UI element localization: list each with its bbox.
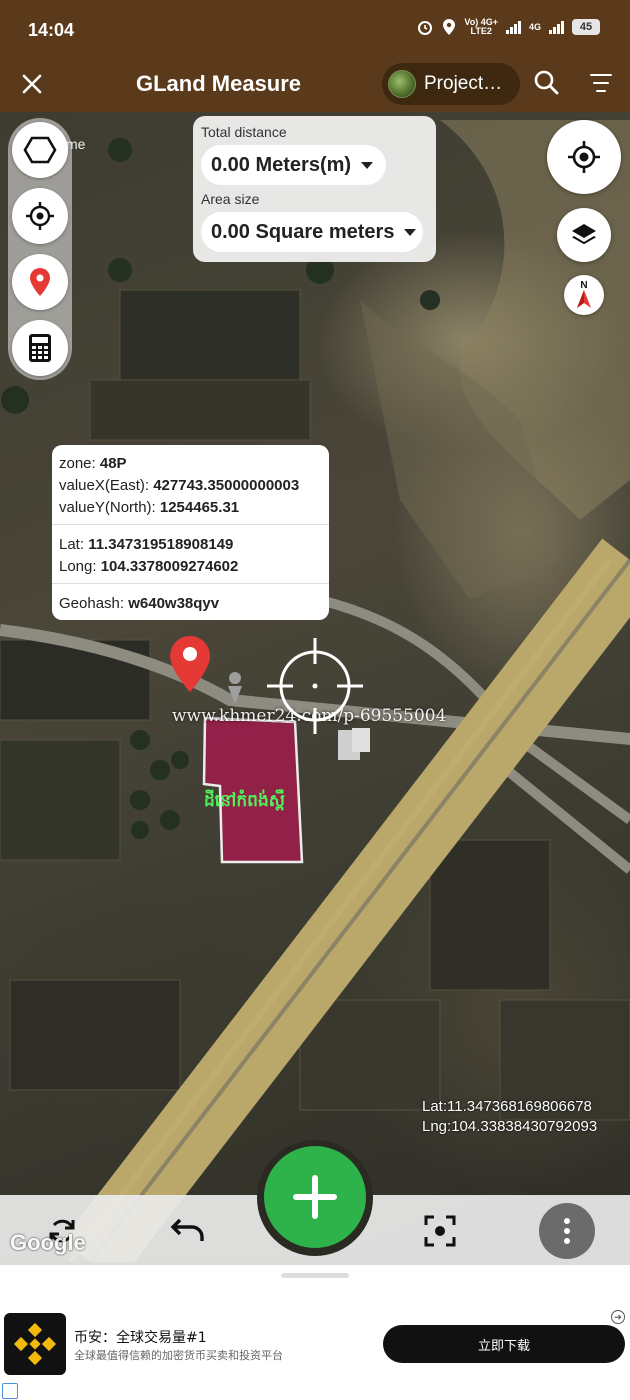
close-button[interactable] [14,66,50,102]
calculator-button[interactable] [12,320,68,376]
binance-logo [4,1313,66,1375]
more-vert-icon [564,1218,570,1244]
app-bar: GLand Measure Project… [0,56,630,112]
center-lng: Lng:104.33838430792093 [422,1118,598,1135]
google-logo: Google [10,1230,86,1255]
valuey-row: valueY(North): 1254465.31 [59,499,240,516]
status-time: 14:04 [28,20,75,40]
ad-banner[interactable]: 币安：全球交易量#1 全球最值得信赖的加密货币买卖和投资平台 立即下载 ➔ [0,1305,630,1400]
add-point-button[interactable] [264,1146,366,1248]
crosshair-target-icon [26,202,54,230]
ad-title: 币安：全球交易量#1 [74,1330,207,1346]
project-thumbnail [388,70,416,98]
project-selector[interactable]: Project… [382,63,520,105]
undo-icon [170,1218,204,1241]
my-location-button[interactable] [547,120,621,194]
binance-logo-icon [13,1322,57,1366]
ad-subtitle: 全球最值得信赖的加密货币买卖和投资平台 [74,1349,283,1362]
layers-button[interactable] [557,208,611,262]
layers-icon [572,224,596,245]
compass-label: N [580,280,587,291]
center-coordinates: Lat:11.347368169806678 Lng:104.338384307… [422,1097,597,1137]
compass-button[interactable]: N [564,275,604,315]
close-icon [22,74,42,94]
network-label-1: Vo) 4G+ LTE2 [464,17,498,36]
search-button[interactable] [530,66,564,100]
total-distance-selector[interactable]: 0.00 Meters(m) [201,145,386,185]
side-toolbar [8,118,72,380]
long-row: Long: 104.3378009274602 [59,558,239,575]
valuex-row: valueX(East): 427743.35000000003 [59,477,300,494]
area-size-label: Area size [201,191,260,207]
sheet-handle[interactable] [281,1273,349,1278]
geohash-row: Geohash: w640w38qyv [59,595,220,612]
filter-icon [586,74,616,92]
battery-indicator: 45 [572,19,600,35]
search-icon [534,70,559,95]
divider [52,524,329,525]
divider [52,583,329,584]
focus-button[interactable] [414,1205,466,1257]
chevron-down-icon [361,161,374,169]
network-label-2: 4G [528,21,541,32]
ad-download-button[interactable]: 立即下载 [383,1325,625,1363]
measurement-card: Total distance 0.00 Meters(m) Area size … [193,116,436,262]
filter-button[interactable] [586,68,616,98]
app-title: GLand Measure [136,71,302,96]
my-location-icon [568,141,600,173]
parcel-label: ដីនៅកំពង់ស្ពឺ [204,791,285,811]
ad-corner-icon [2,1383,18,1399]
compass-icon: N [577,280,591,308]
more-options-button[interactable] [539,1203,595,1259]
map-view[interactable]: www.khmer24.com/p-69555004 ដីនៅកំពង់ស្ពឺ… [0,112,630,1262]
map-pin-icon [30,268,50,296]
status-bar: 14:04 Vo) 4G+ LTE2 4G 45 [0,0,630,56]
undo-button[interactable] [162,1205,214,1257]
alarm-icon [418,21,433,35]
focus-frame-icon [424,1215,456,1247]
marker-tool-button[interactable] [12,254,68,310]
zone-row: zone: 48P [59,455,127,472]
area-size-value: 0.00 Square meters [211,220,395,243]
ad-info-icon[interactable]: ➔ [611,1310,625,1324]
coordinate-info-card: zone: 48P valueX(East): 427743.350000000… [52,445,329,620]
location-icon [443,19,456,35]
polygon-tool-button[interactable] [12,122,68,178]
signal-bars-2-icon [549,20,564,34]
gray-pin-icon [228,672,242,704]
center-lat: Lat:11.347368169806678 [422,1098,592,1115]
lat-row: Lat: 11.347319518908149 [59,536,234,553]
chevron-down-icon [404,228,417,236]
calculator-icon [29,334,51,362]
gps-point-tool-button[interactable] [12,188,68,244]
total-distance-value: 0.00 Meters(m) [211,153,352,176]
status-icons: Vo) 4G+ LTE2 4G 45 [416,18,600,36]
project-label: Project… [424,73,503,94]
polygon-icon [23,136,57,164]
bottom-sheet [0,1265,630,1305]
signal-bars-1-icon [505,20,521,34]
total-distance-label: Total distance [201,124,287,140]
area-size-selector[interactable]: 0.00 Square meters [201,212,423,252]
crosshair-icon [267,638,363,734]
plus-icon [293,1175,337,1219]
location-marker-icon[interactable] [168,634,212,694]
